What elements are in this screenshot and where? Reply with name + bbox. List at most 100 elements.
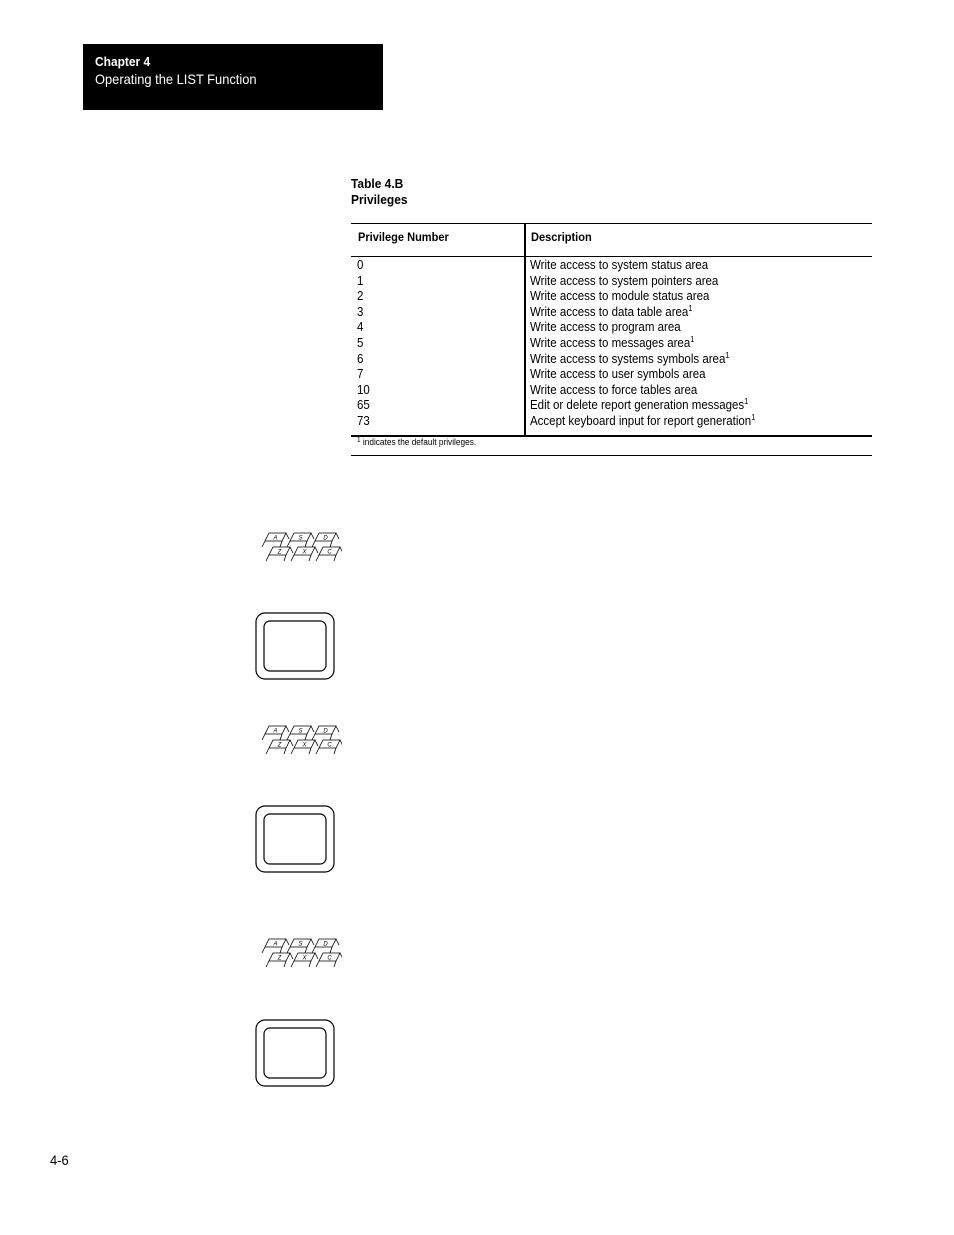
table-footnote: 1 indicates the default privileges.	[357, 437, 476, 447]
key-glyph: C	[315, 952, 342, 968]
key-glyph: A	[261, 532, 290, 548]
privilege-number: 65	[357, 398, 370, 413]
table-row: 65 Edit or delete report generation messa…	[351, 398, 872, 414]
table-label: Table 4.B	[351, 176, 404, 191]
privilege-number: 6	[357, 351, 364, 366]
table-row: 73 Accept keyboard input for report gener…	[351, 412, 872, 430]
table-header-rule	[351, 256, 872, 257]
key-label: C	[327, 743, 332, 749]
key-glyph: Z	[265, 739, 294, 755]
description-text: Write access to module status area	[530, 289, 710, 304]
footnote-text: indicates the default privileges.	[362, 437, 477, 447]
key-label: A	[272, 729, 277, 735]
key-glyph: C	[315, 546, 342, 562]
table-row: 6 Write access to systems symbols area1	[351, 350, 872, 368]
key-glyph: D	[311, 532, 340, 548]
key-label: S	[298, 729, 302, 735]
default-privilege-marker: 1	[751, 412, 756, 422]
screen-icon	[255, 805, 335, 873]
key-label: A	[272, 942, 277, 948]
key-glyph: S	[286, 532, 315, 548]
privilege-description: Write access to systems symbols area1	[530, 350, 730, 368]
key-label: D	[323, 536, 328, 542]
privilege-number: 0	[357, 258, 364, 272]
table-row: 0 Write access to system status area	[351, 258, 872, 274]
key-label: C	[327, 550, 332, 556]
key-glyph: X	[290, 546, 319, 562]
key-label: Z	[277, 956, 282, 962]
default-privilege-marker: 1	[690, 334, 695, 344]
privilege-number: 10	[357, 382, 370, 397]
privilege-description: Write access to force tables area	[530, 383, 697, 399]
table-row: 2 Write access to module status area	[351, 289, 872, 305]
privilege-number: 73	[357, 413, 370, 428]
description-text: Write access to system status area	[530, 258, 709, 272]
privilege-description: Write access to data table area1	[530, 304, 692, 321]
key-label: S	[298, 942, 302, 948]
key-glyph: Z	[265, 546, 294, 562]
privilege-description: Write access to messages area1	[530, 334, 695, 352]
table-row: 5 Write access to messages area1	[351, 334, 872, 352]
privilege-number: 7	[357, 367, 364, 382]
privilege-description: Write access to system status area	[530, 258, 708, 274]
key-label: C	[327, 956, 332, 962]
description-text: Edit or delete report generation message…	[530, 398, 745, 413]
key-glyph: S	[286, 725, 315, 741]
table-row: 7 Write access to user symbols area	[351, 367, 872, 383]
key-label: S	[298, 536, 302, 542]
privilege-number: 1	[357, 273, 364, 288]
key-label: A	[272, 536, 277, 542]
privilege-number: 4	[357, 320, 364, 335]
table-body: 0 Write access to system status area 1 Writ…	[351, 258, 872, 430]
table-row: 10 Write access to force tables area	[351, 383, 872, 399]
default-privilege-marker: 1	[725, 350, 730, 360]
chapter-title: Operating the LIST Function	[95, 71, 257, 87]
privilege-description: Write access to user symbols area	[530, 367, 706, 383]
screen-icon	[255, 612, 335, 680]
screen-icon	[255, 1019, 335, 1087]
key-glyph: D	[311, 938, 340, 954]
privilege-description: Edit or delete report generation message…	[530, 398, 748, 414]
table-row: 3 Write access to data table area1	[351, 304, 872, 321]
chapter-header: Chapter 4 Operating the LIST Function	[83, 44, 383, 110]
column-header-description: Description	[531, 230, 592, 244]
table-title: Privileges	[351, 192, 408, 207]
description-text: Write access to systems symbols area	[530, 351, 726, 366]
key-label: D	[323, 942, 328, 948]
key-label: X	[301, 743, 307, 749]
keyboard-icon: A S D Z X C	[261, 938, 342, 968]
default-privilege-marker: 1	[744, 397, 749, 407]
key-label: Z	[277, 550, 282, 556]
column-header-privilege-number: Privilege Number	[358, 230, 449, 244]
description-text: Write access to program area	[530, 320, 681, 335]
key-glyph: X	[290, 952, 319, 968]
keyboard-icon: A S D Z X C	[261, 532, 342, 562]
privilege-description: Write access to module status area	[530, 289, 709, 305]
key-label: Z	[277, 743, 282, 749]
chapter-number: Chapter 4	[95, 54, 151, 69]
key-glyph: A	[261, 725, 290, 741]
key-label: X	[301, 956, 307, 962]
privilege-description: Write access to program area	[530, 320, 681, 336]
description-text: Write access to user symbols area	[530, 367, 706, 382]
table-footnote-rule	[351, 455, 872, 456]
key-glyph: D	[311, 725, 340, 741]
description-text: Write access to data table area	[530, 304, 689, 319]
footnote-marker: 1	[357, 437, 361, 444]
key-glyph: C	[315, 739, 342, 755]
description-text: Write access to system pointers area	[530, 273, 719, 288]
page-number: 4-6	[50, 1152, 69, 1168]
privilege-description: Accept keyboard input for report generat…	[530, 412, 756, 430]
description-text: Accept keyboard input for report generat…	[530, 413, 752, 428]
table-row: 1 Write access to system pointers area	[351, 274, 872, 290]
privilege-number: 3	[357, 304, 364, 319]
key-glyph: X	[290, 739, 319, 755]
description-text: Write access to force tables area	[530, 382, 698, 397]
key-glyph: Z	[265, 952, 294, 968]
key-label: D	[323, 729, 328, 735]
table-caption: Table 4.B Privileges	[351, 176, 408, 208]
key-glyph: A	[261, 938, 290, 954]
description-text: Write access to messages area	[530, 335, 691, 350]
privilege-number: 2	[357, 289, 364, 304]
privilege-description: Write access to system pointers area	[530, 274, 718, 290]
